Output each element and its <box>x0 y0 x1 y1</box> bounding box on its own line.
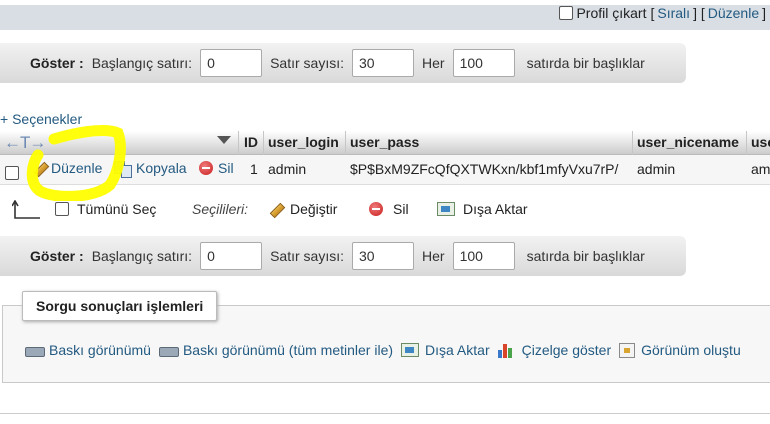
bracket-close: ] <box>762 5 766 21</box>
select-all-label[interactable]: Tümünü Seç <box>77 201 156 217</box>
row-delete-label: Sil <box>218 160 234 176</box>
create-view-button[interactable]: Görünüm oluştu <box>619 342 741 358</box>
print-view-button[interactable]: Baskı görünümü <box>25 342 151 358</box>
start-row-label: Başlangıç satırı: <box>91 55 193 71</box>
column-header-user-login[interactable]: user_login <box>268 131 339 155</box>
column-header-id[interactable]: ID <box>244 131 258 155</box>
row-count-input[interactable]: 30 <box>352 49 414 77</box>
display-chart-button[interactable]: Çizelge göster <box>497 342 612 358</box>
bracket-mid: ] [ <box>693 5 705 21</box>
bulk-export-button[interactable]: Dışa Aktar <box>437 201 528 217</box>
export-icon <box>401 343 420 357</box>
row-count-label: Satır sayısı: <box>270 55 344 71</box>
print-view-label: Baskı görünümü <box>49 342 151 358</box>
row-count-input[interactable]: 30 <box>352 242 414 270</box>
show-label: Göster : <box>30 248 84 264</box>
export-label: Dışa Aktar <box>425 342 490 358</box>
view-icon <box>619 342 636 358</box>
profiling-checkbox[interactable] <box>559 6 574 20</box>
row-delete-button[interactable]: Sil <box>199 160 234 176</box>
bulk-change-label: Değiştir <box>290 201 338 217</box>
every-label: Her <box>422 248 445 264</box>
bulk-delete-button[interactable]: Sil <box>369 201 409 217</box>
start-row-input[interactable]: 0 <box>200 242 263 270</box>
every-label: Her <box>422 55 445 71</box>
cell-user-nicename[interactable]: admin <box>637 161 675 177</box>
bulk-change-button[interactable]: Değiştir <box>267 201 337 217</box>
headers-every-input[interactable]: 100 <box>452 242 515 270</box>
pencil-icon <box>267 201 283 217</box>
inline-link[interactable]: Sıralı <box>657 5 690 21</box>
printer-icon <box>158 342 179 358</box>
row-copy-label: Kopyala <box>136 160 187 176</box>
yellow-highlight-annotation <box>26 125 126 201</box>
print-view-full-button[interactable]: Baskı görünümü (tüm metinler ile) <box>158 342 394 358</box>
export-icon <box>437 202 455 216</box>
bracket-open: [ <box>650 5 655 21</box>
bar-chart-icon <box>497 342 516 358</box>
show-label: Göster : <box>30 55 84 71</box>
return-arrow-icon <box>12 200 40 219</box>
headers-every-input[interactable]: 100 <box>452 49 515 77</box>
headers-suffix-label: satırda bir başlıklar <box>526 248 645 264</box>
row-count-label: Satır sayısı: <box>270 248 344 264</box>
printer-icon <box>25 342 45 358</box>
column-header-user-nicename[interactable]: user_nicename <box>637 131 739 155</box>
navigation-panel-bottom: Göster : Başlangıç satırı: 0 Satır sayıs… <box>0 236 686 276</box>
display-chart-label: Çizelge göster <box>521 342 612 358</box>
print-view-full-label: Baskı görünümü (tüm metinler ile) <box>182 342 394 358</box>
export-button[interactable]: Dışa Aktar <box>401 342 490 358</box>
cell-user-pass[interactable]: $P$BxM9ZFcQfQXTWKxn/kbf1mfyVxu7rP/ <box>350 161 618 177</box>
headers-suffix-label: satırda bir başlıklar <box>526 55 645 71</box>
edit-link[interactable]: Düzenle <box>708 5 759 21</box>
create-view-label: Görünüm oluştu <box>641 342 741 358</box>
column-header-user-email[interactable]: use <box>751 131 770 155</box>
with-selected-label: Seçilileri: <box>192 201 249 217</box>
select-all-control[interactable]: Tümünü Seç <box>55 201 156 217</box>
bottom-divider <box>0 413 770 414</box>
cell-user-email[interactable]: am <box>751 161 770 177</box>
query-operations-list: Baskı görünümü Baskı görünümü (tüm metin… <box>25 342 749 358</box>
query-operations-legend: Sorgu sonuçları işlemleri <box>22 291 218 321</box>
profiling-label: Profil çıkart <box>576 5 647 21</box>
cell-id[interactable]: 1 <box>250 161 258 177</box>
cell-user-login[interactable]: admin <box>268 161 306 177</box>
navigation-panel-top: Göster : Başlangıç satırı: 0 Satır sayıs… <box>0 43 686 83</box>
top-bar-actions: Profil çıkart [ Sıralı ] [ Düzenle ] <box>559 5 766 21</box>
column-header-user-pass[interactable]: user_pass <box>350 131 419 155</box>
bulk-delete-label: Sil <box>393 201 409 217</box>
delete-icon <box>199 161 213 175</box>
start-row-label: Başlangıç satırı: <box>91 248 193 264</box>
bulk-export-label: Dışa Aktar <box>463 201 528 217</box>
start-row-input[interactable]: 0 <box>200 49 263 77</box>
select-all-checkbox[interactable] <box>55 202 69 216</box>
sort-dropdown-icon[interactable] <box>217 136 231 144</box>
delete-icon <box>369 202 383 216</box>
